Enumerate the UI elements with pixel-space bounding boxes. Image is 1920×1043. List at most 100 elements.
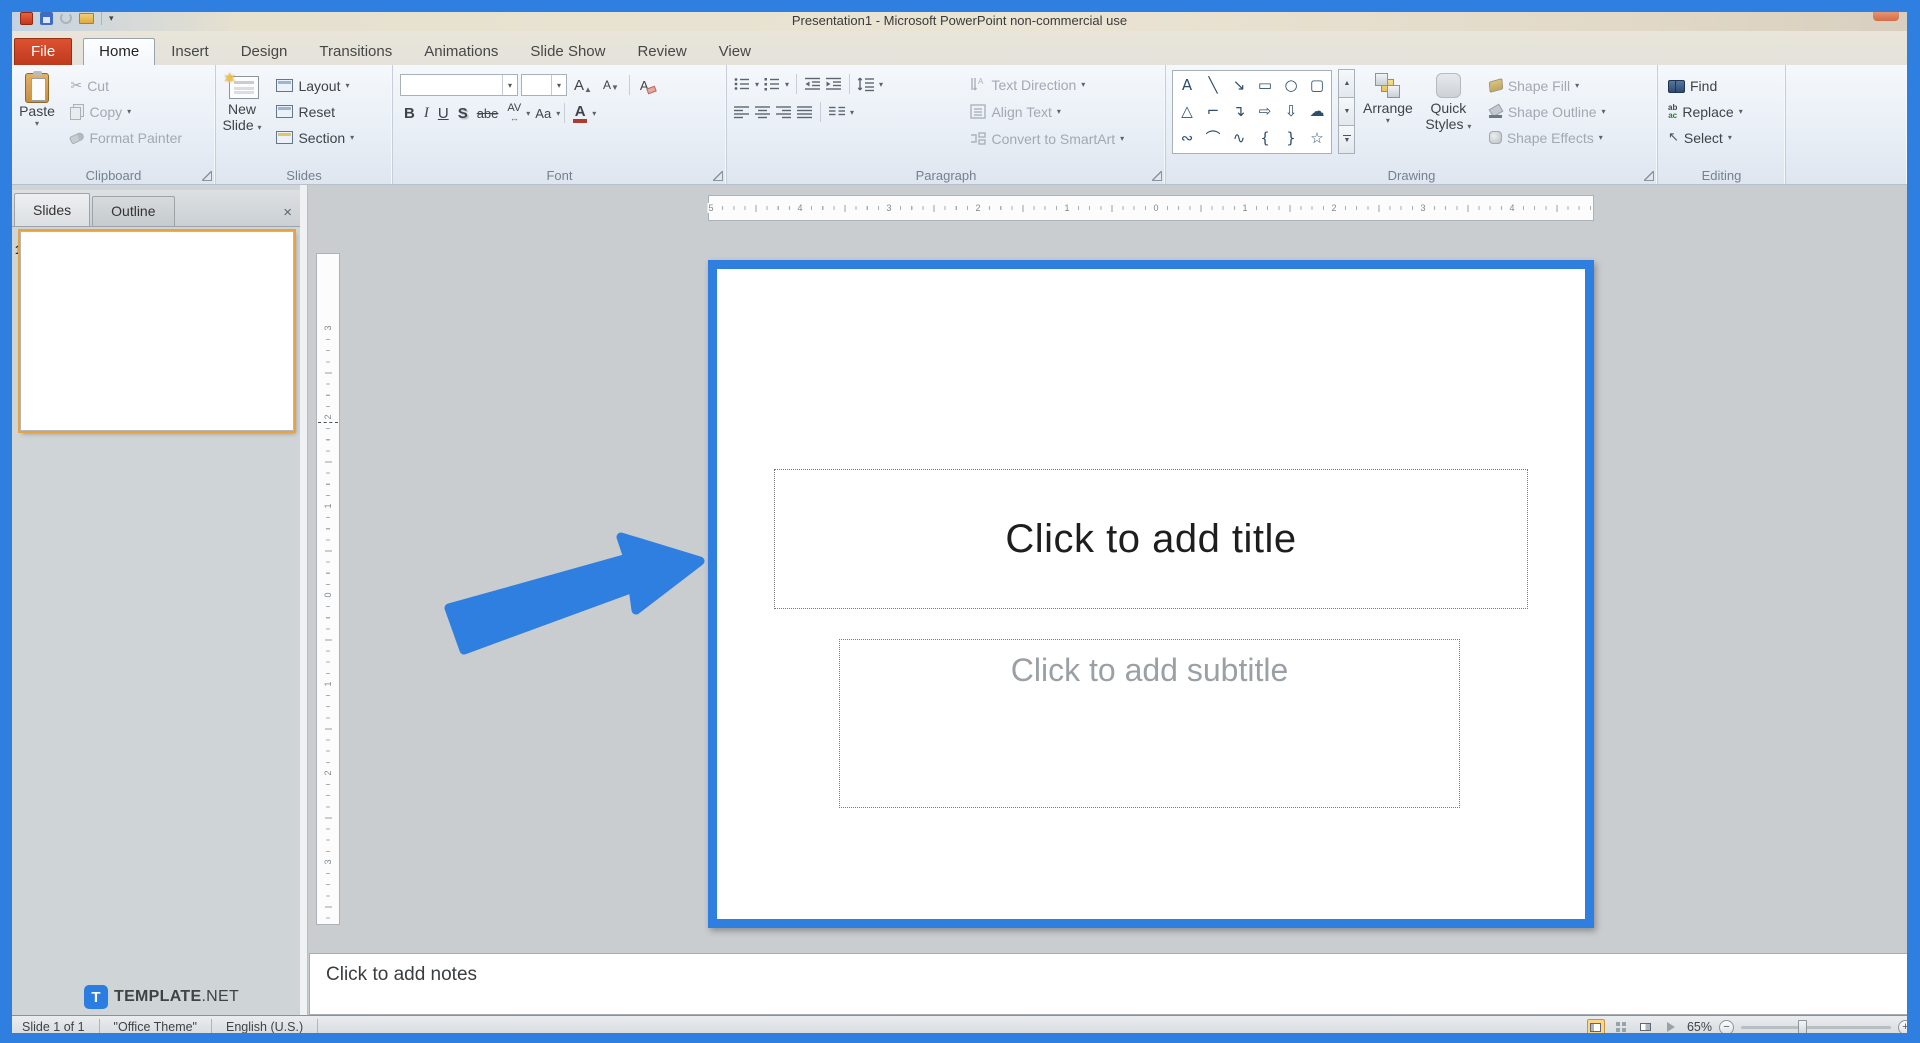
tab-review[interactable]: Review <box>621 38 702 65</box>
panel-close-icon[interactable]: × <box>283 205 292 220</box>
drawing-dialog-launcher-icon[interactable] <box>1644 171 1654 181</box>
decrease-indent-button[interactable] <box>804 76 821 92</box>
text-shadow-button[interactable]: S <box>454 104 472 123</box>
tab-home[interactable]: Home <box>83 38 156 65</box>
reset-button[interactable]: Reset <box>272 100 358 123</box>
undo-icon[interactable] <box>60 12 72 24</box>
shape-text-box-icon[interactable]: A <box>1182 77 1192 93</box>
save-icon[interactable] <box>40 12 53 25</box>
zoom-slider-handle[interactable] <box>1798 1019 1807 1033</box>
format-painter-button[interactable]: Format Painter <box>66 126 186 149</box>
shape-cloud-icon[interactable]: ☁ <box>1310 104 1325 119</box>
shape-scribble-icon[interactable]: ∾ <box>1181 131 1194 146</box>
align-left-button[interactable] <box>733 105 750 119</box>
font-size-combobox[interactable]: ▾ <box>521 74 567 96</box>
shape-elbow-arrow-connector-icon[interactable]: ↴ <box>1233 104 1246 119</box>
slide-show-button[interactable] <box>1662 1019 1680 1033</box>
zoom-out-button[interactable]: − <box>1719 1019 1734 1033</box>
bold-button[interactable]: B <box>400 104 419 123</box>
shape-right-arrow-icon[interactable]: ⇨ <box>1259 104 1272 119</box>
columns-button[interactable] <box>828 105 846 119</box>
shape-elbow-connector-icon[interactable]: ⌐ <box>1207 104 1220 119</box>
convert-to-smartart-button[interactable]: Convert to SmartArt ▾ <box>966 127 1128 150</box>
tab-view[interactable]: View <box>703 38 767 65</box>
title-placeholder[interactable]: Click to add title <box>774 469 1528 609</box>
underline-button[interactable]: U <box>434 104 453 123</box>
notes-pane[interactable]: Click to add notes <box>309 953 1907 1015</box>
shape-right-brace-icon[interactable]: } <box>1286 131 1296 146</box>
slide-sorter-view-button[interactable] <box>1612 1019 1630 1033</box>
font-color-button[interactable]: A <box>569 103 591 124</box>
columns-caret-icon[interactable]: ▾ <box>850 108 854 117</box>
layout-button[interactable]: Layout ▾ <box>272 74 358 97</box>
copy-button[interactable]: Copy ▾ <box>66 100 186 123</box>
clipboard-dialog-launcher-icon[interactable] <box>202 171 212 181</box>
open-folder-icon[interactable] <box>79 12 94 24</box>
normal-view-button[interactable] <box>1586 1019 1605 1033</box>
align-center-button[interactable] <box>754 105 771 119</box>
align-text-button[interactable]: Align Text ▾ <box>966 100 1128 123</box>
powerpoint-app-icon[interactable] <box>20 12 33 25</box>
strikethrough-button[interactable]: abe <box>473 105 503 122</box>
shape-left-brace-icon[interactable]: { <box>1260 131 1270 146</box>
qat-customize-caret-icon[interactable]: ▾ <box>109 13 114 24</box>
font-color-caret-icon[interactable]: ▾ <box>592 109 596 118</box>
align-right-button[interactable] <box>775 105 792 119</box>
tab-transitions[interactable]: Transitions <box>303 38 408 65</box>
font-name-caret-icon[interactable]: ▾ <box>502 75 517 95</box>
shape-line-icon[interactable]: ╲ <box>1208 77 1217 93</box>
bullets-caret-icon[interactable]: ▾ <box>755 80 759 89</box>
shape-triangle-icon[interactable]: △ <box>1181 104 1193 119</box>
shape-rectangle-icon[interactable]: ▭ <box>1258 77 1272 93</box>
tab-design[interactable]: Design <box>225 38 304 65</box>
tab-slide-show[interactable]: Slide Show <box>514 38 621 65</box>
shapes-scroll-up-icon[interactable]: ▲ <box>1338 69 1356 98</box>
line-spacing-button[interactable] <box>857 76 875 92</box>
shape-outline-button[interactable]: Shape Outline ▾ <box>1485 100 1610 123</box>
reading-view-button[interactable] <box>1637 1019 1655 1033</box>
shape-effects-button[interactable]: Shape Effects ▾ <box>1485 126 1610 149</box>
zoom-slider[interactable] <box>1741 1019 1891 1033</box>
font-size-caret-icon[interactable]: ▾ <box>551 75 566 95</box>
italic-button[interactable]: I <box>420 104 433 123</box>
shrink-font-button[interactable]: A ▼ <box>599 77 623 93</box>
panel-splitter[interactable] <box>300 185 308 1015</box>
shape-arc-icon[interactable]: ⌒ <box>1205 131 1220 146</box>
font-dialog-launcher-icon[interactable] <box>713 171 723 181</box>
tab-file[interactable]: File <box>14 38 73 65</box>
tab-insert[interactable]: Insert <box>155 38 225 65</box>
shape-fill-button[interactable]: Shape Fill ▾ <box>1485 74 1610 97</box>
paragraph-dialog-launcher-icon[interactable] <box>1152 171 1162 181</box>
shape-oval-icon[interactable]: ○ <box>1284 77 1297 93</box>
subtitle-placeholder[interactable]: Click to add subtitle <box>839 639 1460 808</box>
new-slide-button[interactable]: ✶ New Slide ▾ <box>216 70 268 136</box>
slide-thumbnail[interactable] <box>18 229 296 433</box>
paste-caret-icon[interactable]: ▾ <box>35 119 39 128</box>
tab-animations[interactable]: Animations <box>408 38 514 65</box>
increase-indent-button[interactable] <box>825 76 842 92</box>
clear-formatting-button[interactable]: A <box>636 77 660 94</box>
quick-styles-button[interactable]: Quick Styles ▾ <box>1420 70 1476 135</box>
tab-slides-thumbnails[interactable]: Slides <box>14 193 91 226</box>
shape-arrow-icon[interactable]: ↘ <box>1233 77 1246 93</box>
shape-curve-icon[interactable]: ∿ <box>1233 131 1246 146</box>
close-button[interactable] <box>1873 12 1899 21</box>
text-direction-button[interactable]: A Text Direction ▾ <box>966 73 1128 96</box>
select-button[interactable]: ↖ Select ▾ <box>1664 126 1747 149</box>
shapes-more-icon[interactable]: ▼ <box>1338 125 1356 154</box>
shapes-scroll-down-icon[interactable]: ▼ <box>1338 97 1356 126</box>
arrange-button[interactable]: Arrange ▾ <box>1360 70 1416 125</box>
change-case-button[interactable]: Aa <box>531 105 555 122</box>
zoom-in-button[interactable]: + <box>1898 1019 1907 1033</box>
shape-down-arrow-icon[interactable]: ⇩ <box>1285 104 1298 119</box>
font-name-combobox[interactable]: ▾ <box>400 74 518 96</box>
replace-button[interactable]: ab ac Replace ▾ <box>1664 100 1747 123</box>
find-button[interactable]: Find <box>1664 74 1747 97</box>
shape-rounded-rectangle-icon[interactable]: ▢ <box>1310 77 1324 93</box>
bullets-button[interactable] <box>733 76 751 92</box>
paste-button[interactable]: Paste ▾ <box>12 70 62 128</box>
grow-font-button[interactable]: A ▲ <box>570 76 596 95</box>
section-button[interactable]: Section ▾ <box>272 126 358 149</box>
justify-button[interactable] <box>796 105 813 119</box>
tab-outline[interactable]: Outline <box>92 196 175 226</box>
